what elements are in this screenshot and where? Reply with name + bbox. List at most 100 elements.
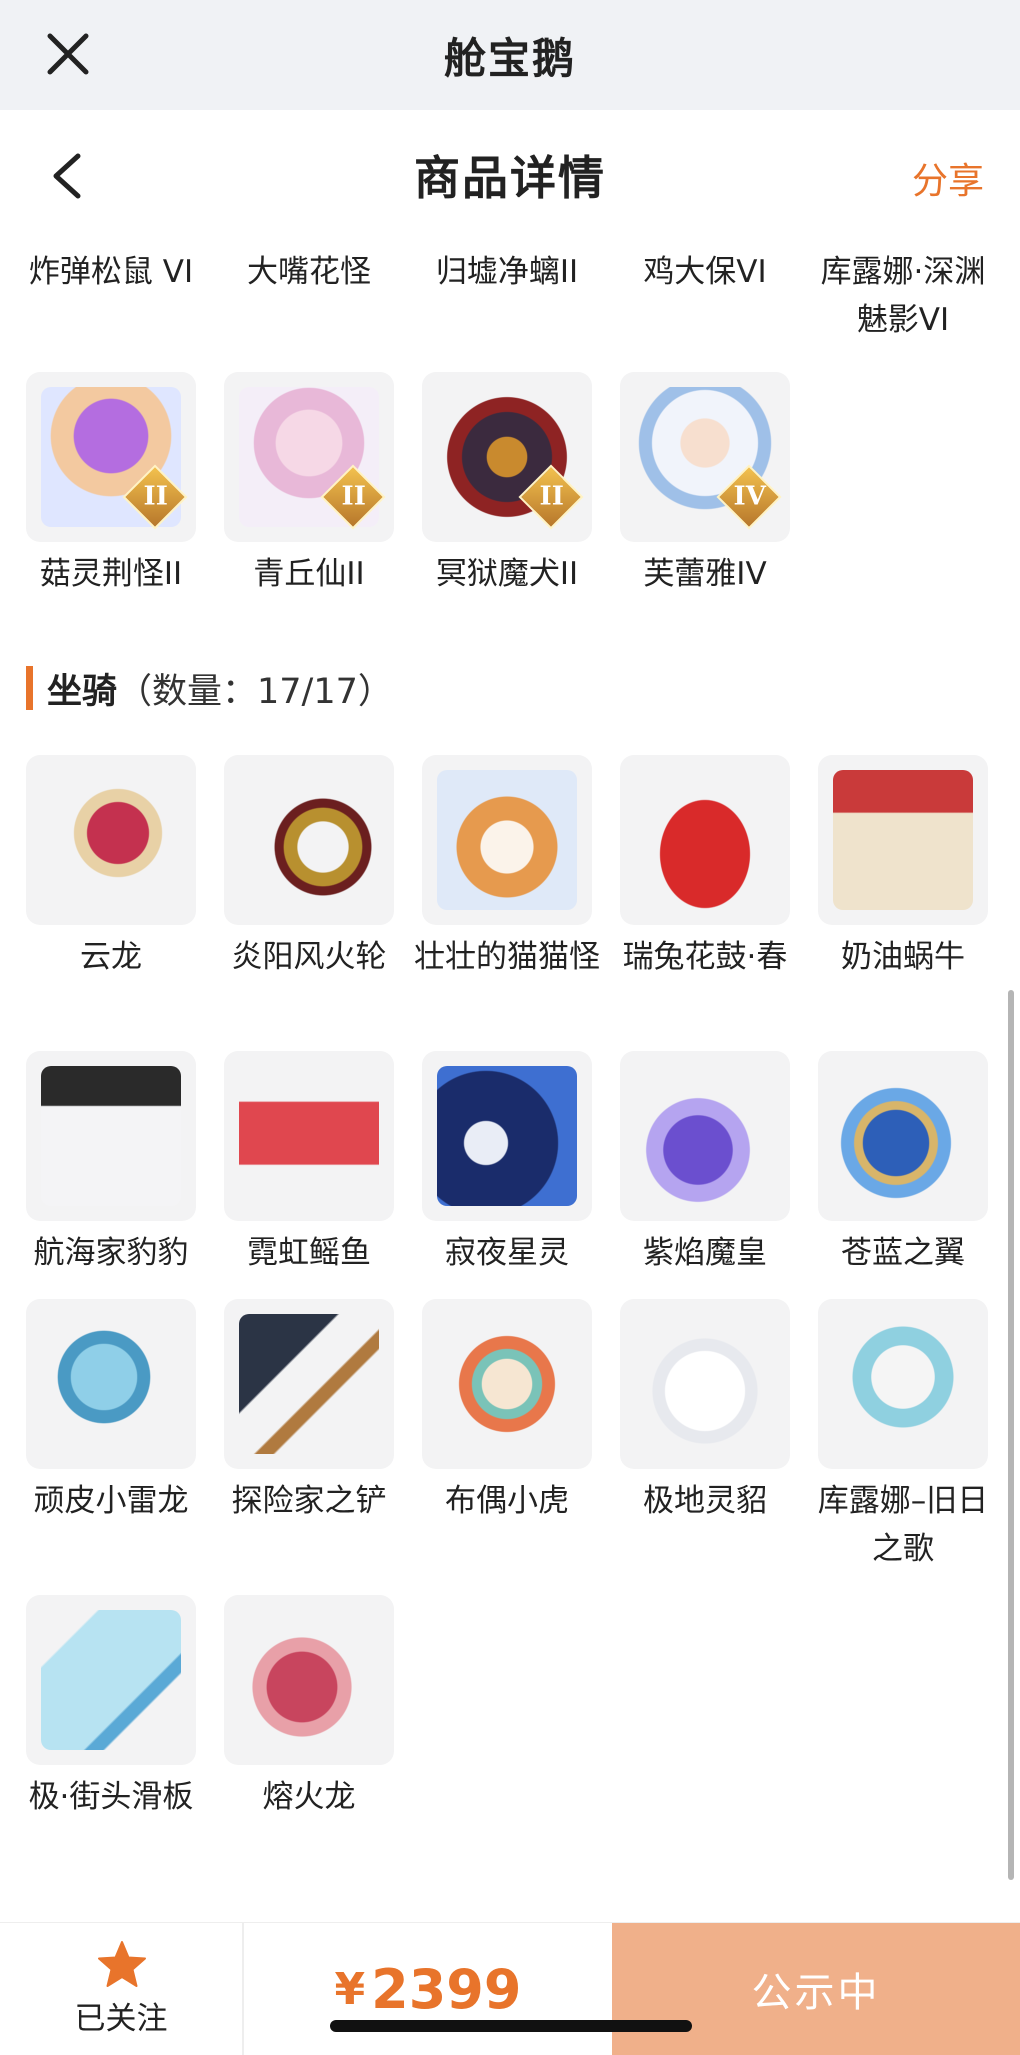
detail-scroll-area[interactable]: 炸弹松鼠 VI 大嘴花怪 归墟净螭II 鸡大保VI 库露娜·深渊魅影VI II … bbox=[0, 240, 1020, 1882]
section-heading: 坐骑 bbox=[47, 671, 118, 712]
share-button[interactable]: 分享 bbox=[912, 152, 984, 204]
list-item[interactable]: 奶油蜗牛 bbox=[804, 755, 1002, 981]
price-value: 2399 bbox=[371, 1957, 522, 2021]
explorer-shovel-icon bbox=[239, 1314, 379, 1454]
star-deer-icon bbox=[437, 1066, 577, 1206]
list-item[interactable]: 熔火龙 bbox=[210, 1595, 408, 1821]
item-name: 鸡大保VI bbox=[643, 254, 767, 290]
item-name: 顽皮小雷龙 bbox=[33, 1483, 189, 1519]
back-chevron-icon[interactable] bbox=[44, 150, 92, 202]
item-thumbnail bbox=[224, 1595, 394, 1765]
list-item[interactable]: 瑞兔花鼓·春 bbox=[606, 755, 804, 981]
section-title: 坐骑 （数量：17/17） bbox=[26, 660, 393, 716]
item-thumbnail bbox=[224, 755, 394, 925]
neon-ray-icon bbox=[239, 1066, 379, 1206]
list-item[interactable]: 极·街头滑板 bbox=[12, 1595, 210, 1821]
lava-dragon-icon bbox=[239, 1610, 379, 1750]
item-name: 菇灵荆怪II bbox=[39, 556, 183, 592]
list-item[interactable]: 顽皮小雷龙 bbox=[12, 1299, 210, 1525]
list-item[interactable]: 云龙 bbox=[12, 755, 210, 981]
item-thumbnail: II bbox=[224, 372, 394, 542]
list-item[interactable]: 库露娜·深渊魅影VI bbox=[804, 240, 1002, 344]
purple-flame-bird-icon bbox=[635, 1066, 775, 1206]
little-dino-icon bbox=[41, 1314, 181, 1454]
list-item[interactable]: II 菇灵荆怪II bbox=[12, 372, 210, 598]
item-name: 云龙 bbox=[80, 939, 142, 975]
list-item[interactable]: 探险家之铲 bbox=[210, 1299, 408, 1525]
item-thumbnail bbox=[26, 1051, 196, 1221]
close-icon[interactable] bbox=[40, 26, 96, 82]
list-item[interactable]: II 冥狱魔犬II bbox=[408, 372, 606, 598]
item-name: 芙蕾雅IV bbox=[643, 556, 767, 592]
item-name: 库露娜·深渊魅影VI bbox=[820, 254, 986, 338]
item-thumbnail bbox=[620, 1299, 790, 1469]
cream-snail-icon bbox=[833, 770, 973, 910]
item-name: 青丘仙II bbox=[253, 556, 365, 592]
section-accent-bar bbox=[26, 666, 33, 710]
list-item[interactable]: 布偶小虎 bbox=[408, 1299, 606, 1525]
cloud-sheep-icon bbox=[833, 1314, 973, 1454]
fire-wheel-icon bbox=[239, 770, 379, 910]
list-item[interactable]: 归墟净螭II bbox=[408, 240, 606, 296]
list-item[interactable]: IV 芙蕾雅IV bbox=[606, 372, 804, 598]
rabbit-drum-icon bbox=[635, 770, 775, 910]
polar-ferret-icon bbox=[635, 1314, 775, 1454]
app-title-bar: 舱宝鹅 bbox=[0, 0, 1020, 110]
status-button[interactable]: 公示中 bbox=[612, 1923, 1020, 2055]
list-item[interactable]: 炎阳风火轮 bbox=[210, 755, 408, 981]
item-name: 炸弹松鼠 VI bbox=[28, 254, 194, 290]
item-thumbnail bbox=[620, 1051, 790, 1221]
list-item[interactable]: 库露娜–旧日之歌 bbox=[804, 1299, 1002, 1573]
list-item[interactable]: 炸弹松鼠 VI bbox=[12, 240, 210, 296]
list-item[interactable]: 寂夜星灵 bbox=[408, 1051, 606, 1277]
item-name: 壮壮的猫猫怪 bbox=[414, 939, 600, 975]
item-thumbnail bbox=[422, 1051, 592, 1221]
item-thumbnail bbox=[422, 1299, 592, 1469]
list-item[interactable]: 航海家豹豹 bbox=[12, 1051, 210, 1277]
item-thumbnail bbox=[26, 1299, 196, 1469]
item-name: 紫焰魔皇 bbox=[643, 1235, 767, 1271]
list-item[interactable]: 极地灵貂 bbox=[606, 1299, 804, 1525]
item-thumbnail bbox=[818, 1299, 988, 1469]
item-thumbnail bbox=[224, 1051, 394, 1221]
price-display: ¥ 2399 bbox=[244, 1923, 612, 2055]
item-name: 极·街头滑板 bbox=[28, 1779, 194, 1815]
scrollbar[interactable] bbox=[1008, 990, 1014, 1880]
follow-button[interactable]: 已关注 bbox=[0, 1923, 244, 2055]
item-name: 布偶小虎 bbox=[445, 1483, 569, 1519]
chubby-cat-icon bbox=[437, 770, 577, 910]
item-name: 库露娜–旧日之歌 bbox=[817, 1483, 989, 1567]
bottom-action-bar: 已关注 ¥ 2399 公示中 bbox=[0, 1922, 1020, 2055]
item-thumbnail: II bbox=[26, 372, 196, 542]
item-name: 寂夜星灵 bbox=[445, 1235, 569, 1271]
item-thumbnail bbox=[26, 1595, 196, 1765]
item-name: 瑞兔花鼓·春 bbox=[622, 939, 788, 975]
item-thumbnail bbox=[26, 755, 196, 925]
item-name: 探险家之铲 bbox=[231, 1483, 387, 1519]
item-thumbnail bbox=[818, 1051, 988, 1221]
item-name: 冥狱魔犬II bbox=[435, 556, 579, 592]
list-item[interactable]: 苍蓝之翼 bbox=[804, 1051, 1002, 1277]
list-item[interactable]: 大嘴花怪 bbox=[210, 240, 408, 296]
item-thumbnail bbox=[224, 1299, 394, 1469]
section-count: （数量：17/17） bbox=[117, 671, 393, 712]
home-indicator bbox=[330, 2020, 692, 2032]
list-item[interactable]: 鸡大保VI bbox=[606, 240, 804, 296]
item-name: 归墟净螭II bbox=[435, 254, 579, 290]
cloud-dragon-icon bbox=[41, 770, 181, 910]
star-icon bbox=[98, 1941, 146, 1987]
azure-griffin-icon bbox=[833, 1066, 973, 1206]
item-name: 炎阳风火轮 bbox=[231, 939, 387, 975]
item-name: 极地灵貂 bbox=[643, 1483, 767, 1519]
item-thumbnail: II bbox=[422, 372, 592, 542]
list-item[interactable]: 壮壮的猫猫怪 bbox=[408, 755, 606, 981]
list-item[interactable]: 紫焰魔皇 bbox=[606, 1051, 804, 1277]
item-thumbnail: IV bbox=[620, 372, 790, 542]
list-item[interactable]: 霓虹鳐鱼 bbox=[210, 1051, 408, 1277]
item-thumbnail bbox=[818, 755, 988, 925]
list-item[interactable]: II 青丘仙II bbox=[210, 372, 408, 598]
cloth-tiger-icon bbox=[437, 1314, 577, 1454]
page-title: 商品详情 bbox=[414, 151, 606, 205]
item-name: 熔火龙 bbox=[262, 1779, 356, 1815]
item-name: 航海家豹豹 bbox=[33, 1235, 189, 1271]
